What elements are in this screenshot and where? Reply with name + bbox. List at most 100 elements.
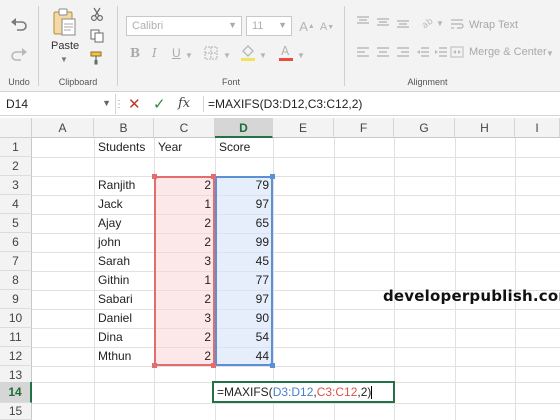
insert-function-icon[interactable]: fx xyxy=(178,96,190,111)
more-options-icon[interactable]: ⋮ xyxy=(114,98,124,110)
redo-icon[interactable] xyxy=(8,44,30,64)
increase-font-size-icon[interactable]: A ▲ xyxy=(298,16,316,36)
orientation-dropdown-icon[interactable]: ▼ xyxy=(435,18,445,28)
borders-icon[interactable] xyxy=(202,44,220,62)
merge-center-label[interactable]: Merge & Center xyxy=(469,46,547,58)
score-cell[interactable]: 79 xyxy=(215,176,273,195)
column-header-c[interactable]: C xyxy=(154,118,215,138)
student-cell[interactable]: Jack xyxy=(94,195,154,214)
column-header-g[interactable]: G xyxy=(394,118,455,138)
score-cell[interactable]: 65 xyxy=(215,214,273,233)
row-header[interactable]: 7 xyxy=(0,252,32,271)
year-cell[interactable]: 2 xyxy=(154,328,215,347)
row-header[interactable]: 5 xyxy=(0,214,32,233)
year-cell[interactable]: 2 xyxy=(154,176,215,195)
row-header[interactable]: 1 xyxy=(0,138,32,157)
column-header-a[interactable]: A xyxy=(32,118,94,138)
align-left-icon[interactable] xyxy=(355,44,371,60)
bold-icon[interactable]: B xyxy=(130,46,140,60)
merge-center-icon[interactable] xyxy=(449,44,465,60)
italic-icon[interactable]: I xyxy=(152,46,157,60)
row-header[interactable]: 9 xyxy=(0,290,32,309)
enter-check-icon[interactable]: ✓ xyxy=(153,95,166,113)
student-cell[interactable]: Ranjith xyxy=(94,176,154,195)
wrap-text-icon[interactable] xyxy=(449,16,465,32)
student-cell[interactable]: Sarah xyxy=(94,252,154,271)
score-cell[interactable]: 44 xyxy=(215,347,273,366)
paste-dropdown-icon[interactable]: ▼ xyxy=(58,54,70,64)
year-cell[interactable]: 1 xyxy=(154,271,215,290)
column-header-e[interactable]: E xyxy=(273,118,334,138)
row-header[interactable]: 2 xyxy=(0,157,32,176)
row-header[interactable]: 4 xyxy=(0,195,32,214)
student-cell[interactable]: Sabari xyxy=(94,290,154,309)
row-header[interactable]: 12 xyxy=(0,347,32,366)
score-cell[interactable]: 97 xyxy=(215,195,273,214)
name-box[interactable]: D14 ▼ xyxy=(2,94,116,114)
cut-icon[interactable] xyxy=(89,6,105,22)
cancel-icon[interactable]: ✕ xyxy=(128,95,141,113)
column-header-f[interactable]: F xyxy=(334,118,394,138)
underline-icon[interactable]: U xyxy=(172,46,181,60)
year-cell[interactable]: 3 xyxy=(154,252,215,271)
select-all-corner[interactable] xyxy=(0,118,32,138)
year-cell[interactable]: 2 xyxy=(154,347,215,366)
column-header-d[interactable]: D xyxy=(215,118,273,138)
year-cell[interactable]: 2 xyxy=(154,214,215,233)
borders-dropdown-icon[interactable]: ▼ xyxy=(222,50,232,60)
font-color-dropdown-icon[interactable]: ▼ xyxy=(296,50,306,60)
font-size-combo[interactable]: 11 ▼ xyxy=(246,16,292,36)
decrease-font-size-icon[interactable]: A ▼ xyxy=(318,18,336,36)
font-name-combo[interactable]: Calibri ▼ xyxy=(126,16,242,36)
top-align-icon[interactable] xyxy=(355,14,371,30)
score-cell[interactable]: 77 xyxy=(215,271,273,290)
merge-dropdown-icon[interactable]: ▼ xyxy=(545,48,555,58)
orientation-icon[interactable]: ab xyxy=(419,14,435,30)
font-color-icon[interactable]: A xyxy=(276,42,296,62)
year-cell[interactable]: 2 xyxy=(154,290,215,309)
decrease-indent-icon[interactable] xyxy=(415,44,431,60)
formula-input[interactable]: =MAXIFS(D3:D12,C3:C12,2) xyxy=(208,97,362,111)
header-score[interactable]: Score xyxy=(215,138,273,157)
undo-icon[interactable] xyxy=(8,14,30,34)
fill-color-icon[interactable] xyxy=(238,42,258,62)
row-header[interactable]: 8 xyxy=(0,271,32,290)
increase-indent-icon[interactable] xyxy=(433,44,449,60)
active-cell-editor[interactable]: =MAXIFS(D3:D12,C3:C12,2) xyxy=(212,381,395,403)
score-cell[interactable]: 90 xyxy=(215,309,273,328)
row-header[interactable]: 11 xyxy=(0,328,32,347)
student-cell[interactable]: Ajay xyxy=(94,214,154,233)
middle-align-icon[interactable] xyxy=(375,14,391,30)
align-right-icon[interactable] xyxy=(395,44,411,60)
column-header-b[interactable]: B xyxy=(94,118,154,138)
score-cell[interactable]: 45 xyxy=(215,252,273,271)
fill-color-dropdown-icon[interactable]: ▼ xyxy=(258,50,268,60)
student-cell[interactable]: john xyxy=(94,233,154,252)
year-cell[interactable]: 3 xyxy=(154,309,215,328)
year-cell[interactable]: 2 xyxy=(154,233,215,252)
score-cell[interactable]: 54 xyxy=(215,328,273,347)
header-year[interactable]: Year xyxy=(154,138,215,157)
row-header[interactable]: 3 xyxy=(0,176,32,195)
column-header-i[interactable]: I xyxy=(515,118,560,138)
row-header[interactable]: 10 xyxy=(0,309,32,328)
align-center-icon[interactable] xyxy=(375,44,391,60)
student-cell[interactable]: Daniel xyxy=(94,309,154,328)
score-cell[interactable]: 97 xyxy=(215,290,273,309)
bottom-align-icon[interactable] xyxy=(395,14,411,30)
wrap-text-label[interactable]: Wrap Text xyxy=(469,19,518,31)
year-cell[interactable]: 1 xyxy=(154,195,215,214)
row-header[interactable]: 14 xyxy=(0,382,32,403)
row-header[interactable]: 15 xyxy=(0,403,32,420)
copy-icon[interactable] xyxy=(89,28,105,44)
header-students[interactable]: Students xyxy=(94,138,154,157)
column-header-h[interactable]: H xyxy=(455,118,515,138)
paste-icon[interactable] xyxy=(49,6,79,38)
student-cell[interactable]: Githin xyxy=(94,271,154,290)
student-cell[interactable]: Mthun xyxy=(94,347,154,366)
paste-label[interactable]: Paste xyxy=(51,40,79,52)
format-painter-icon[interactable] xyxy=(89,50,105,66)
student-cell[interactable]: Dina xyxy=(94,328,154,347)
row-header[interactable]: 6 xyxy=(0,233,32,252)
score-cell[interactable]: 99 xyxy=(215,233,273,252)
